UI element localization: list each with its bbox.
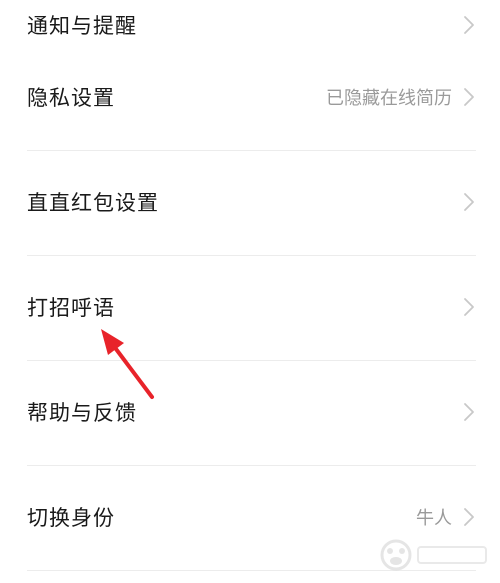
settings-item-label: 打招呼语 [27, 296, 115, 320]
divider [27, 255, 476, 256]
chevron-right-icon [464, 298, 474, 316]
settings-item-value: 已隐藏在线简历 [326, 88, 452, 109]
settings-item-notifications[interactable]: 通知与提醒 [0, 0, 500, 55]
settings-item-right: 牛人 [416, 504, 476, 530]
divider [27, 570, 476, 571]
settings-item-label: 帮助与反馈 [27, 401, 137, 425]
settings-item-help-feedback[interactable]: 帮助与反馈 [0, 382, 500, 442]
settings-item-label: 通知与提醒 [27, 14, 137, 38]
settings-item-right [452, 14, 476, 36]
chevron-right-icon [464, 88, 474, 106]
settings-item-value: 牛人 [416, 508, 452, 529]
chevron-right-icon [464, 403, 474, 421]
settings-item-right [452, 296, 476, 318]
settings-item-right [452, 401, 476, 423]
settings-item-switch-identity[interactable]: 切换身份 牛人 [0, 487, 500, 547]
settings-item-right: 已隐藏在线简历 [326, 84, 476, 110]
divider [27, 360, 476, 361]
settings-item-privacy[interactable]: 隐私设置 已隐藏在线简历 [0, 67, 500, 127]
settings-item-label: 隐私设置 [27, 86, 115, 110]
settings-item-label: 直直红包设置 [27, 191, 159, 215]
divider [27, 465, 476, 466]
chevron-right-icon [464, 193, 474, 211]
settings-list: 通知与提醒 隐私设置 已隐藏在线简历 直直红包设置 打招呼语 帮助与反馈 切换身… [0, 0, 500, 583]
chevron-right-icon [464, 16, 474, 34]
settings-item-red-packet[interactable]: 直直红包设置 [0, 172, 500, 232]
chevron-right-icon [464, 508, 474, 526]
settings-item-right [452, 191, 476, 213]
settings-item-label: 切换身份 [27, 506, 115, 530]
settings-item-greeting[interactable]: 打招呼语 [0, 277, 500, 337]
divider [27, 150, 476, 151]
